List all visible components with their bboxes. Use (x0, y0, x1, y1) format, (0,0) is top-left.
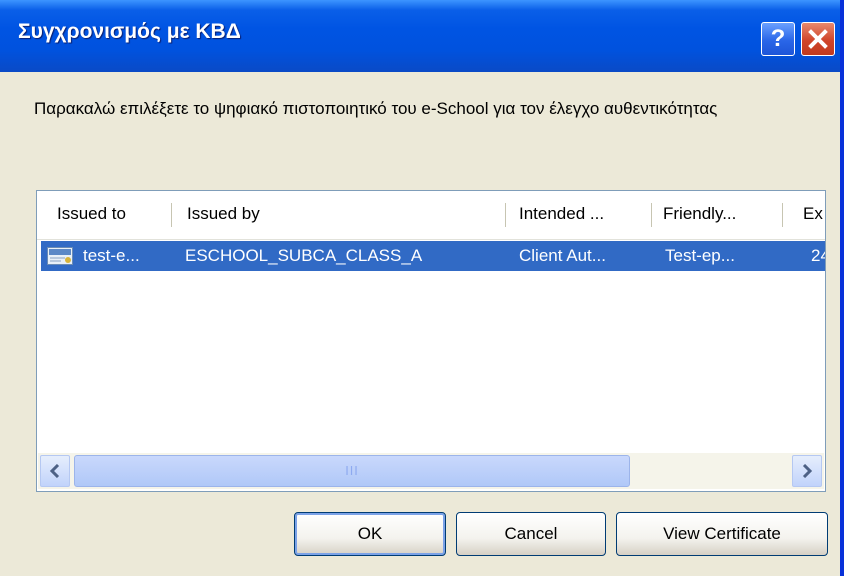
column-header-intended[interactable]: Intended ... (519, 191, 643, 237)
close-icon (808, 29, 828, 49)
scroll-right-button[interactable] (792, 455, 822, 487)
cell-expiration: 24, (811, 246, 825, 265)
help-button[interactable]: ? (761, 22, 795, 56)
table-row[interactable]: test-e... ESCHOOL_SUBCA_CLASS_A Client A… (41, 241, 825, 271)
help-icon: ? (770, 25, 786, 52)
scroll-left-button[interactable] (40, 455, 70, 487)
instruction-text: Παρακαλώ επιλέξετε το ψηφιακό πιστοποιητ… (34, 99, 718, 118)
list-header: Issued to Issued by Intended ... Friendl… (37, 191, 825, 240)
certificate-list[interactable]: Issued to Issued by Intended ... Friendl… (36, 190, 826, 492)
column-divider[interactable] (651, 203, 652, 227)
cell-friendly-name: Test-ep... (665, 246, 735, 265)
cell-issued-to: test-e... (83, 246, 140, 265)
horizontal-scrollbar[interactable]: III (38, 453, 824, 489)
column-header-friendly[interactable]: Friendly... (663, 191, 773, 237)
cell-issued-by: ESCHOOL_SUBCA_CLASS_A (185, 246, 423, 265)
column-divider[interactable] (782, 203, 783, 227)
cancel-button[interactable]: Cancel (456, 512, 606, 556)
column-header-issued-to[interactable]: Issued to (57, 191, 157, 237)
scroll-grip-icon: III (345, 464, 359, 478)
view-certificate-button[interactable]: View Certificate (616, 512, 828, 556)
column-header-issued-by[interactable]: Issued by (187, 191, 487, 237)
scroll-thumb[interactable]: III (74, 455, 630, 487)
close-button[interactable] (801, 22, 835, 56)
certificate-icon (47, 247, 73, 265)
arrow-right-icon (802, 464, 813, 478)
certificate-dialog: Συγχρονισμός με ΚΒΔ ? Παρακαλώ επιλέξετε… (0, 0, 844, 576)
cell-intended-purposes: Client Aut... (519, 246, 606, 265)
column-divider[interactable] (171, 203, 172, 227)
column-header-expiration[interactable]: Ex (803, 191, 825, 237)
column-divider[interactable] (505, 203, 506, 227)
ok-button[interactable]: OK (294, 512, 446, 556)
window-title: Συγχρονισμός με ΚΒΔ (18, 20, 241, 43)
arrow-left-icon (49, 464, 60, 478)
title-bar[interactable]: Συγχρονισμός με ΚΒΔ ? (0, 0, 840, 72)
